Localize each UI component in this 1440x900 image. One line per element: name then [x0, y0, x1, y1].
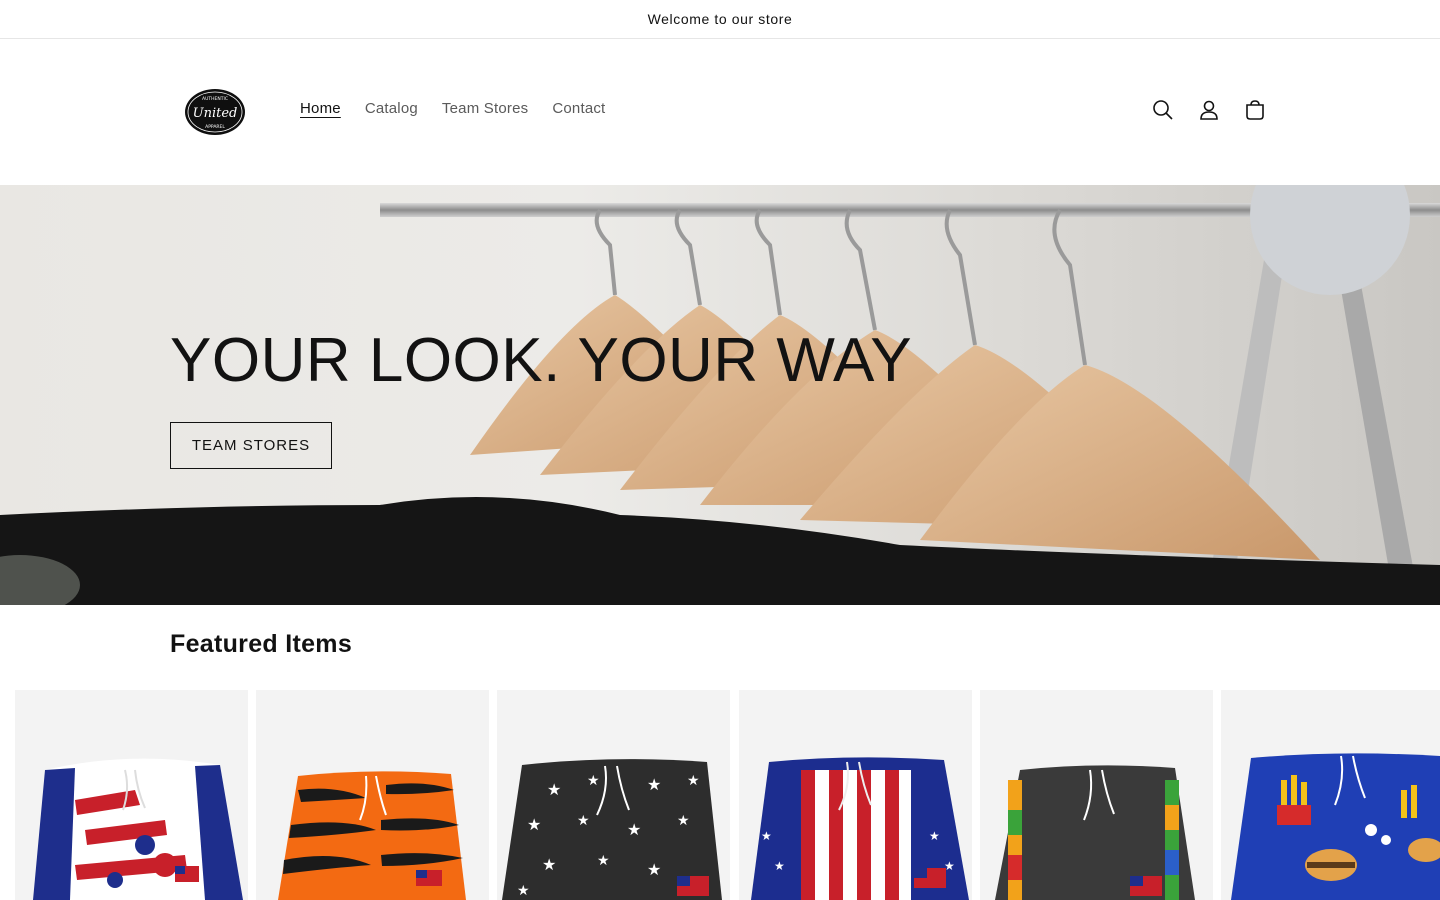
nav-team-stores[interactable]: Team Stores — [442, 100, 528, 117]
stars-and-stripes-shorts-image: ★ ★ ★ ★ — [751, 757, 969, 900]
svg-text:★: ★ — [587, 773, 600, 789]
nav-catalog[interactable]: Catalog — [365, 100, 418, 117]
svg-text:★: ★ — [517, 883, 530, 899]
svg-text:★: ★ — [542, 855, 556, 874]
header-icons — [1150, 97, 1268, 123]
team-stores-button[interactable]: TEAM STORES — [170, 422, 332, 469]
star-print-shorts-image: ★ ★ ★ ★ ★ ★ ★ ★ ★ ★ ★ ★ — [502, 759, 722, 900]
svg-text:★: ★ — [547, 780, 561, 799]
hero-banner: YOUR LOOK. YOUR WAY TEAM STORES — [0, 185, 1440, 605]
svg-text:★: ★ — [647, 775, 661, 794]
product-card-autism-puzzle-shorts[interactable] — [980, 690, 1213, 900]
svg-text:★: ★ — [527, 815, 541, 834]
svg-text:★: ★ — [647, 860, 661, 879]
account-icon[interactable] — [1196, 97, 1222, 123]
search-icon[interactable] — [1150, 97, 1176, 123]
tiger-stripe-shorts-image — [278, 771, 466, 900]
product-card-star-print-shorts[interactable]: ★ ★ ★ ★ ★ ★ ★ ★ ★ ★ ★ ★ — [497, 690, 730, 900]
logo-main-text: United — [193, 106, 238, 121]
featured-items-title: Featured Items — [170, 630, 353, 658]
store-logo[interactable]: AUTHENTIC United APPAREL — [184, 88, 246, 136]
announcement-bar: Welcome to our store — [0, 0, 1440, 39]
site-header: AUTHENTIC United APPAREL Home Catalog Te… — [0, 39, 1440, 185]
product-card-stars-and-stripes-shorts[interactable]: ★ ★ ★ ★ — [739, 690, 972, 900]
nav-contact[interactable]: Contact — [552, 100, 605, 117]
svg-text:★: ★ — [774, 859, 785, 873]
fries-burger-shorts-image — [1231, 753, 1440, 900]
autism-puzzle-shorts-image — [995, 765, 1195, 900]
usa-flag-shorts-image — [33, 758, 243, 900]
svg-text:★: ★ — [929, 829, 940, 843]
nav-home[interactable]: Home — [300, 100, 341, 117]
product-card-fries-burger-shorts[interactable] — [1221, 690, 1440, 900]
logo-bottom-text: APPAREL — [205, 124, 225, 130]
svg-text:★: ★ — [627, 820, 641, 839]
product-grid: ★ ★ ★ ★ ★ ★ ★ ★ ★ ★ ★ ★ ★ ★ ★ ★ — [15, 690, 1440, 900]
main-nav: Home Catalog Team Stores Contact — [300, 100, 629, 117]
svg-text:★: ★ — [677, 813, 690, 829]
product-card-tiger-stripe-shorts[interactable] — [256, 690, 489, 900]
svg-text:★: ★ — [577, 813, 590, 829]
hero-title: YOUR LOOK. YOUR WAY — [170, 326, 913, 395]
logo-top-text: AUTHENTIC — [202, 96, 228, 102]
product-card-usa-flag-shorts[interactable] — [15, 690, 248, 900]
svg-text:★: ★ — [687, 773, 700, 789]
svg-text:★: ★ — [761, 829, 772, 843]
cart-icon[interactable] — [1242, 97, 1268, 123]
svg-text:★: ★ — [597, 853, 610, 869]
announcement-text: Welcome to our store — [647, 11, 793, 27]
